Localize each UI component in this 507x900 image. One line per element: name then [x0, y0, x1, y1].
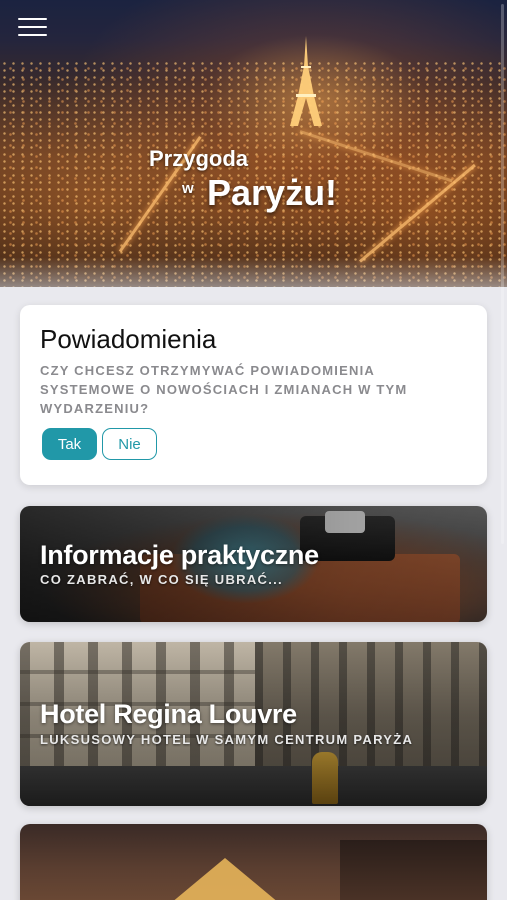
hero-title-w: w [182, 180, 194, 197]
notifications-title: Powiadomienia [40, 324, 217, 354]
card-practical-info[interactable]: Informacje praktyczne Co zabrać, w co si… [20, 506, 487, 622]
yes-button[interactable]: Tak [42, 428, 97, 460]
card-hotel[interactable]: Hotel Regina Louvre Luksusowy hotel w sa… [20, 642, 487, 806]
hamburger-menu-icon[interactable] [18, 18, 48, 38]
card-subtitle: Luksusowy hotel w samym centrum Paryża [40, 732, 414, 747]
scrollbar[interactable] [501, 4, 504, 544]
menu-bar [18, 18, 47, 20]
hero-title-line1: Przygoda [149, 146, 249, 171]
no-button[interactable]: Nie [102, 428, 157, 460]
card-subtitle: Co zabrać, w co się ubrać... [40, 572, 283, 587]
menu-bar [18, 34, 47, 36]
eiffel-tower-icon [290, 36, 322, 126]
menu-bar [18, 26, 47, 28]
notifications-card: Powiadomienia Czy chcesz otrzymywać powi… [20, 305, 487, 485]
card-title: Informacje praktyczne [40, 540, 319, 570]
notifications-buttons: Tak Nie [42, 428, 157, 460]
hero-fade [0, 257, 507, 287]
hero-title-line2: Paryżu! [207, 172, 338, 213]
card-louvre[interactable] [20, 824, 487, 900]
hero-banner: Przygoda w Paryżu! [0, 0, 507, 287]
card-title: Hotel Regina Louvre [40, 699, 297, 729]
palace-image [340, 840, 487, 900]
notifications-question: Czy chcesz otrzymywać powiadomienia syst… [40, 363, 408, 416]
louvre-pyramid-image [165, 858, 285, 900]
